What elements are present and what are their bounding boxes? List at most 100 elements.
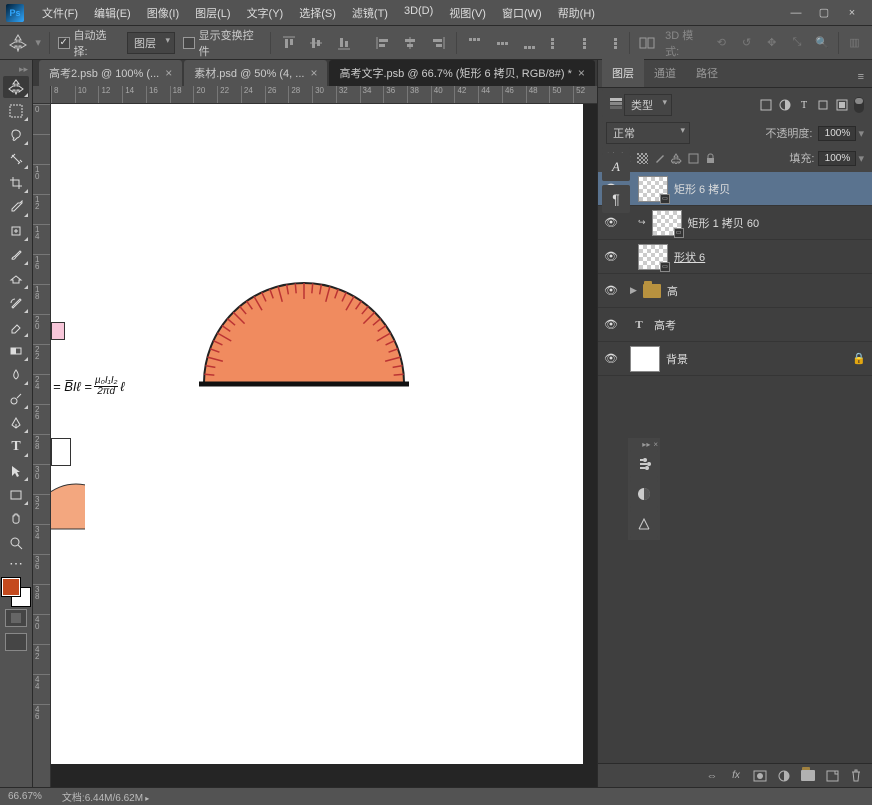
document-tab[interactable]: 高考文字.psb @ 66.7% (矩形 6 拷贝, RGB/8#) *×	[329, 60, 594, 86]
menu-item[interactable]: 帮助(H)	[550, 1, 603, 25]
align-bottom-icon[interactable]	[334, 33, 353, 53]
align-hcenter-icon[interactable]	[401, 33, 420, 53]
pen-tool[interactable]	[3, 412, 29, 434]
hand-tool[interactable]	[3, 508, 29, 530]
blur-tool[interactable]	[3, 364, 29, 386]
crop-tool[interactable]	[3, 172, 29, 194]
clone-stamp-tool[interactable]	[3, 268, 29, 290]
doc-info[interactable]: 文档:6.44M/6.62M	[62, 789, 149, 804]
paragraph-panel-icon[interactable]: ¶	[602, 185, 630, 213]
auto-align-icon[interactable]	[638, 33, 657, 53]
move-tool-preset-icon[interactable]	[8, 33, 27, 53]
layer-name[interactable]: 高	[667, 283, 866, 299]
close-button[interactable]: ×	[838, 3, 866, 23]
tab-channels[interactable]: 通道	[644, 59, 686, 87]
eyedropper-tool[interactable]	[3, 196, 29, 218]
blend-mode-dropdown[interactable]: 正常	[606, 122, 690, 144]
tab-close-icon[interactable]: ×	[310, 66, 317, 80]
align-right-icon[interactable]	[428, 33, 447, 53]
menu-item[interactable]: 3D(D)	[396, 1, 441, 25]
dodge-tool[interactable]	[3, 388, 29, 410]
layer-row[interactable]: 👁 ▭ 形状 6	[598, 240, 872, 274]
live-shape-icon[interactable]	[630, 510, 658, 538]
tab-layers[interactable]: 图层	[602, 59, 644, 87]
add-mask-icon[interactable]	[752, 768, 768, 784]
screen-mode-button[interactable]	[5, 633, 27, 651]
canvas[interactable]: = B̅Iℓ = µ₀I₁I₂2πd ℓ	[51, 104, 597, 787]
tab-close-icon[interactable]: ×	[165, 66, 172, 80]
vertical-ruler[interactable]: 01 01 21 41 61 82 02 22 42 62 83 03 23 4…	[33, 104, 51, 787]
dist-left-icon[interactable]	[547, 33, 566, 53]
foreground-color-swatch[interactable]	[2, 578, 20, 596]
3d-pan-icon[interactable]: ✥	[762, 33, 781, 53]
lock-pixels-icon[interactable]	[652, 151, 666, 165]
align-top-icon[interactable]	[279, 33, 298, 53]
panel-menu-icon[interactable]: ≡	[850, 67, 872, 87]
quick-mask-button[interactable]	[5, 609, 27, 627]
layer-name[interactable]: 背景	[666, 351, 846, 367]
3d-slide-icon[interactable]: ⤡	[787, 33, 806, 53]
filter-toggle-switch[interactable]	[854, 97, 864, 113]
dist-hcenter-icon[interactable]	[574, 33, 593, 53]
layer-name[interactable]: 高考	[654, 317, 866, 333]
menu-item[interactable]: 视图(V)	[441, 1, 494, 25]
new-group-icon[interactable]	[800, 768, 816, 784]
fill-input[interactable]	[818, 151, 856, 166]
maximize-button[interactable]: ▢	[810, 3, 838, 23]
lasso-tool[interactable]	[3, 124, 29, 146]
visibility-toggle-icon[interactable]: 👁	[604, 250, 618, 263]
history-brush-tool[interactable]	[3, 292, 29, 314]
menu-item[interactable]: 图像(I)	[139, 1, 187, 25]
color-swatches[interactable]	[2, 578, 30, 606]
opacity-dropdown-icon[interactable]: ▾	[858, 127, 864, 140]
layer-row[interactable]: 👁 ↪▭ 矩形 1 拷贝 60	[598, 206, 872, 240]
filter-shape-icon[interactable]	[815, 97, 831, 113]
menu-item[interactable]: 文件(F)	[34, 1, 86, 25]
layer-row[interactable]: 👁 T 高考	[598, 308, 872, 342]
lock-position-icon[interactable]	[669, 151, 683, 165]
dist-vcenter-icon[interactable]	[492, 33, 511, 53]
marquee-tool[interactable]	[3, 100, 29, 122]
fx-icon[interactable]: fx	[728, 768, 744, 784]
ruler-origin[interactable]	[33, 86, 51, 104]
filter-pixel-icon[interactable]	[758, 97, 774, 113]
path-select-tool[interactable]	[3, 460, 29, 482]
eraser-tool[interactable]	[3, 316, 29, 338]
healing-brush-tool[interactable]	[3, 220, 29, 242]
lock-transparency-icon[interactable]	[635, 151, 649, 165]
mini-panel-close-icon[interactable]: ×	[653, 440, 658, 446]
panel-collapse-icon[interactable]: ▥	[845, 33, 864, 53]
visibility-toggle-icon[interactable]: 👁	[604, 352, 618, 365]
3d-roll-icon[interactable]: ↺	[737, 33, 756, 53]
document-tab[interactable]: 素材.psd @ 50% (4, ...×	[184, 60, 327, 86]
align-left-icon[interactable]	[373, 33, 392, 53]
dist-bottom-icon[interactable]	[519, 33, 538, 53]
layer-row[interactable]: 👁 ▭ 矩形 6 拷贝	[598, 172, 872, 206]
character-panel-icon[interactable]: A	[602, 153, 630, 181]
layer-name[interactable]: 形状 6	[674, 249, 866, 265]
minimize-button[interactable]: —	[782, 3, 810, 23]
filter-kind-dropdown[interactable]: 类型	[624, 94, 672, 116]
move-tool[interactable]	[3, 76, 29, 98]
menu-item[interactable]: 编辑(E)	[86, 1, 139, 25]
filter-type-icon[interactable]: T	[796, 97, 812, 113]
fill-dropdown-icon[interactable]: ▾	[858, 152, 864, 165]
filter-adjust-icon[interactable]	[777, 97, 793, 113]
type-tool[interactable]: T	[3, 436, 29, 458]
visibility-toggle-icon[interactable]: 👁	[604, 284, 618, 297]
horizontal-ruler[interactable]: 8101214161820222426283032343638404244464…	[51, 86, 597, 104]
delete-layer-icon[interactable]	[848, 768, 864, 784]
link-layers-icon[interactable]: ⇔	[704, 768, 720, 784]
dist-right-icon[interactable]	[601, 33, 620, 53]
tab-close-icon[interactable]: ×	[578, 66, 585, 80]
align-vcenter-icon[interactable]	[307, 33, 326, 53]
new-layer-icon[interactable]	[824, 768, 840, 784]
opacity-input[interactable]	[818, 126, 856, 141]
3d-orbit-icon[interactable]: ⟲	[712, 33, 731, 53]
layer-row[interactable]: 👁 背景 🔒	[598, 342, 872, 376]
menu-item[interactable]: 文字(Y)	[239, 1, 292, 25]
dist-top-icon[interactable]	[465, 33, 484, 53]
layer-name[interactable]: 矩形 6 拷贝	[674, 181, 866, 197]
menu-item[interactable]: 窗口(W)	[494, 1, 550, 25]
new-adjustment-icon[interactable]	[776, 768, 792, 784]
